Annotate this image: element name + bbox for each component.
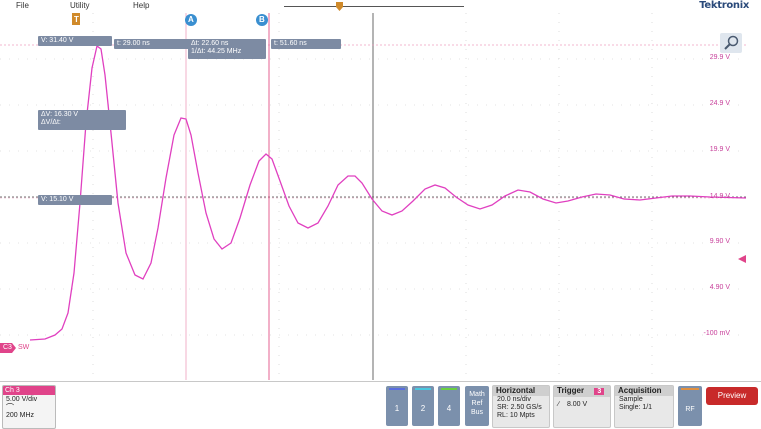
math-ref-bus-button[interactable]: Math Ref Bus <box>465 386 489 426</box>
record-view-bar <box>284 6 464 7</box>
zoom-button[interactable] <box>720 33 742 53</box>
waveform-display[interactable]: A B T V: 31.40 V t: 29.00 ns Δt: 22.60 n… <box>0 13 746 380</box>
trigger-panel[interactable]: Trigger 3 ∕ 8.00 V <box>553 385 611 428</box>
scale-label: 29.9 V <box>709 54 730 61</box>
channel-2-button[interactable]: 2 <box>412 386 434 426</box>
channel-4-button[interactable]: 4 <box>438 386 460 426</box>
readout-v-top: V: 31.40 V <box>38 36 112 46</box>
readout-delta-t: Δt: 22.60 ns 1/Δt: 44.25 MHz <box>188 39 266 59</box>
menu-bar: File Utility Help Tektronix <box>0 0 761 12</box>
ch3-ground-marker[interactable]: C3 SW <box>0 343 29 353</box>
scale-label: 19.9 V <box>709 146 730 153</box>
channel-1-button[interactable]: 1 <box>386 386 408 426</box>
ch3-badge[interactable]: Ch 3 5.00 V/div ⌒ 200 MHz <box>2 385 56 429</box>
scale-label: 4.90 V <box>709 284 730 291</box>
horizontal-panel[interactable]: Horizontal 20.0 ns/div SR: 2.50 GS/s RL:… <box>492 385 550 428</box>
brand-logo: Tektronix <box>699 0 749 11</box>
menu-file[interactable]: File <box>16 1 29 10</box>
scale-label: 9.90 V <box>709 238 730 245</box>
readout-t-a: t: 29.00 ns <box>114 39 190 49</box>
ch3-bandwidth: 200 MHz <box>6 412 35 419</box>
scale-label: 24.9 V <box>709 100 730 107</box>
rising-edge-icon: ∕ <box>558 401 560 408</box>
scale-label: -100 mV <box>703 330 730 337</box>
readout-delta-v: ΔV: 16.30 V ΔV/Δt: <box>38 110 126 130</box>
scale-label: 14.9 V <box>709 193 730 200</box>
acquisition-panel[interactable]: Acquisition Sample Single: 1/1 <box>614 385 674 428</box>
preview-button[interactable]: Preview <box>706 387 758 405</box>
coupling-icon: ⌒ <box>6 403 14 412</box>
readout-t-b: t: 51.60 ns <box>271 39 341 49</box>
menu-utility[interactable]: Utility <box>70 1 90 10</box>
trigger-position-icon <box>336 2 343 11</box>
ch3-title: Ch 3 <box>3 386 55 395</box>
trigger-level-icon <box>738 255 746 263</box>
readout-v-bottom: V: 15.10 V <box>38 195 112 205</box>
zoom-icon <box>724 35 739 50</box>
rf-button[interactable]: RF <box>678 386 702 426</box>
menu-help[interactable]: Help <box>133 1 149 10</box>
bottom-bar: Ch 3 5.00 V/div ⌒ 200 MHz 1 2 4 Math Ref B… <box>0 381 761 429</box>
